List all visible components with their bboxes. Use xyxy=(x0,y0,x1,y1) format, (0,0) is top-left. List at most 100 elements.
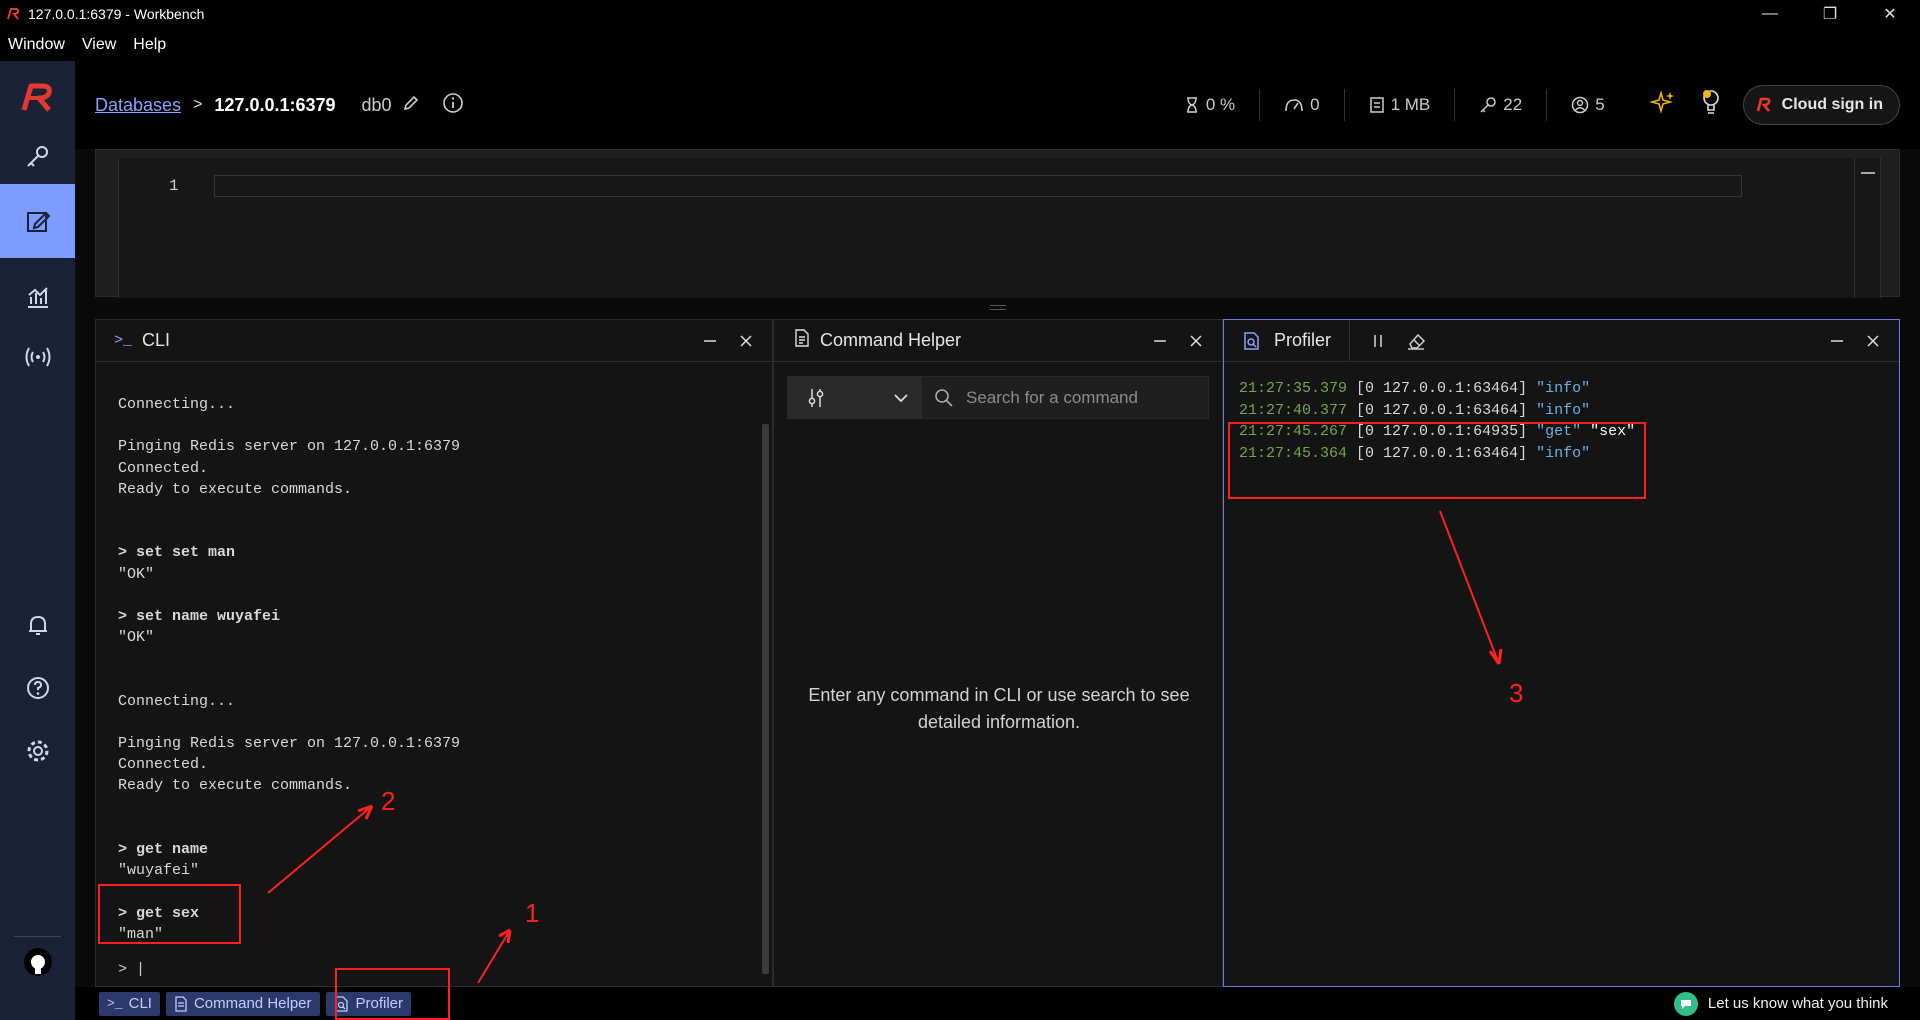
key-icon xyxy=(1480,97,1497,113)
profiler-entry: 21:27:40.377 [0 127.0.0.1:63464] "info" xyxy=(1239,400,1635,422)
maximize-icon[interactable]: ❐ xyxy=(1800,0,1860,28)
entry-time: 21:27:40.377 xyxy=(1239,401,1348,419)
menu-window[interactable]: Window xyxy=(0,36,74,54)
cli-line: Ready to execute commands. xyxy=(118,480,353,498)
pause-icon[interactable] xyxy=(1350,333,1406,349)
terminal-icon: >_ xyxy=(114,332,133,349)
pubsub-icon[interactable] xyxy=(0,320,75,394)
profiler-close-icon[interactable] xyxy=(1855,334,1891,348)
close-window-icon[interactable]: ✕ xyxy=(1860,0,1920,28)
cli-title: CLI xyxy=(142,330,171,350)
document-icon xyxy=(794,329,810,352)
profiler-header: Profiler xyxy=(1224,319,1899,362)
profiler-title: Profiler xyxy=(1274,330,1332,350)
feedback-label: Let us know what you think xyxy=(1707,995,1888,1012)
cli-line xyxy=(118,415,761,436)
cpu-value: 0 % xyxy=(1205,95,1236,114)
bottom-command-helper-button[interactable]: Command Helper xyxy=(165,991,320,1016)
helper-empty-message: Enter any command in CLI or use search t… xyxy=(808,685,1190,732)
cli-line: > set name wuyafei xyxy=(118,607,281,625)
cli-line: > set set man xyxy=(118,544,236,562)
db-index: db0 xyxy=(361,94,392,115)
workbench-edit-icon[interactable] xyxy=(0,184,75,258)
ai-sparkle-icon[interactable] xyxy=(1648,89,1677,122)
cli-line xyxy=(118,669,761,690)
query-editor-area: 1 xyxy=(95,149,1900,298)
cli-line xyxy=(118,797,761,818)
breadcrumb-databases-link[interactable]: Databases xyxy=(95,95,181,116)
cli-line: Connected. xyxy=(118,459,209,477)
title-bar: 127.0.0.1:6379 - Workbench — ❐ ✕ xyxy=(0,0,1920,28)
entry-time: 21:27:35.379 xyxy=(1239,380,1348,397)
cli-line: > get name xyxy=(118,840,209,858)
search-icon xyxy=(935,388,953,407)
bottom-cli-button[interactable]: >_ CLI xyxy=(99,991,160,1016)
window-title: 127.0.0.1:6379 - Workbench xyxy=(28,6,205,22)
settings-gear-icon[interactable] xyxy=(0,714,75,788)
cloud-signin-button[interactable]: Cloud sign in xyxy=(1742,85,1900,125)
command-search-placeholder: Search for a command xyxy=(966,387,1138,407)
github-icon[interactable] xyxy=(0,925,75,999)
bottom-cli-label: CLI xyxy=(128,995,152,1012)
cli-line xyxy=(118,818,761,839)
redis-small-icon xyxy=(1756,97,1771,112)
app-logo-icon xyxy=(6,7,20,21)
edit-db-pencil-icon[interactable] xyxy=(402,94,420,117)
cli-line: Connecting... xyxy=(118,692,236,710)
cli-line xyxy=(118,648,761,669)
cli-line: Pinging Redis server on 127.0.0.1:6379 xyxy=(118,438,461,456)
cli-scrollbar[interactable] xyxy=(760,364,770,984)
clients-stat: 5 xyxy=(1547,89,1628,121)
entry-command: "info" xyxy=(1536,401,1591,419)
cpu-stat: 0 % xyxy=(1160,89,1261,121)
memory-value: 1 MB xyxy=(1390,95,1431,114)
left-sidebar xyxy=(0,61,75,1020)
query-editor[interactable]: 1 xyxy=(118,158,1881,298)
profiler-tab[interactable]: Profiler xyxy=(1224,319,1351,362)
bottom-helper-label: Command Helper xyxy=(193,995,312,1012)
breadcrumb-separator: > xyxy=(193,96,203,113)
helper-minimize-icon[interactable] xyxy=(1142,334,1178,348)
menu-bar: Window View Help xyxy=(0,28,1920,61)
editor-input-line[interactable] xyxy=(214,175,1742,197)
profiler-minimize-icon[interactable] xyxy=(1819,334,1855,348)
cli-line xyxy=(118,712,761,733)
ops-value: 0 xyxy=(1310,95,1320,114)
cli-line xyxy=(118,521,761,542)
editor-scrollbar[interactable] xyxy=(1854,158,1880,298)
memory-stat: 1 MB xyxy=(1345,89,1456,121)
cli-close-icon[interactable] xyxy=(728,334,764,348)
insights-lightbulb-icon[interactable] xyxy=(1699,88,1723,123)
menu-view[interactable]: View xyxy=(74,36,125,54)
document-small-icon xyxy=(175,995,187,1012)
cli-minimize-icon[interactable] xyxy=(692,334,728,348)
browser-key-icon[interactable] xyxy=(0,119,75,193)
cli-line xyxy=(118,585,761,606)
filter-sliders-icon xyxy=(808,388,824,407)
resize-handle[interactable] xyxy=(990,305,1006,310)
cli-scroll-thumb[interactable] xyxy=(762,424,769,974)
menu-help[interactable]: Help xyxy=(125,36,175,54)
clear-eraser-icon[interactable] xyxy=(1406,332,1426,350)
cli-prompt-input[interactable]: > | xyxy=(118,961,145,978)
chevron-down-icon xyxy=(894,393,908,402)
command-search-input[interactable]: Search for a command xyxy=(921,376,1209,419)
feedback-link[interactable]: Let us know what you think xyxy=(1673,987,1888,1020)
helper-close-icon[interactable] xyxy=(1178,334,1214,348)
annotation-box-profiler-tab xyxy=(335,968,450,1020)
clients-value: 5 xyxy=(1595,95,1605,114)
annotation-number-2: 2 xyxy=(381,786,396,816)
entry-client: [0 127.0.0.1:63464] xyxy=(1356,401,1528,419)
cli-line: Connecting... xyxy=(118,396,236,413)
cli-line: Pinging Redis server on 127.0.0.1:6379 xyxy=(118,735,461,752)
info-icon[interactable] xyxy=(442,92,464,119)
minimize-icon[interactable]: — xyxy=(1740,0,1800,28)
breadcrumb-host: 127.0.0.1:6379 xyxy=(214,94,336,115)
cli-line: Ready to execute commands. xyxy=(118,777,353,795)
command-group-filter[interactable] xyxy=(787,376,921,419)
gauge-icon xyxy=(1285,99,1303,112)
cli-line: Connected. xyxy=(118,756,209,774)
editor-line-number: 1 xyxy=(169,177,179,195)
feedback-chat-icon xyxy=(1673,991,1698,1016)
keys-stat: 22 xyxy=(1455,89,1548,121)
